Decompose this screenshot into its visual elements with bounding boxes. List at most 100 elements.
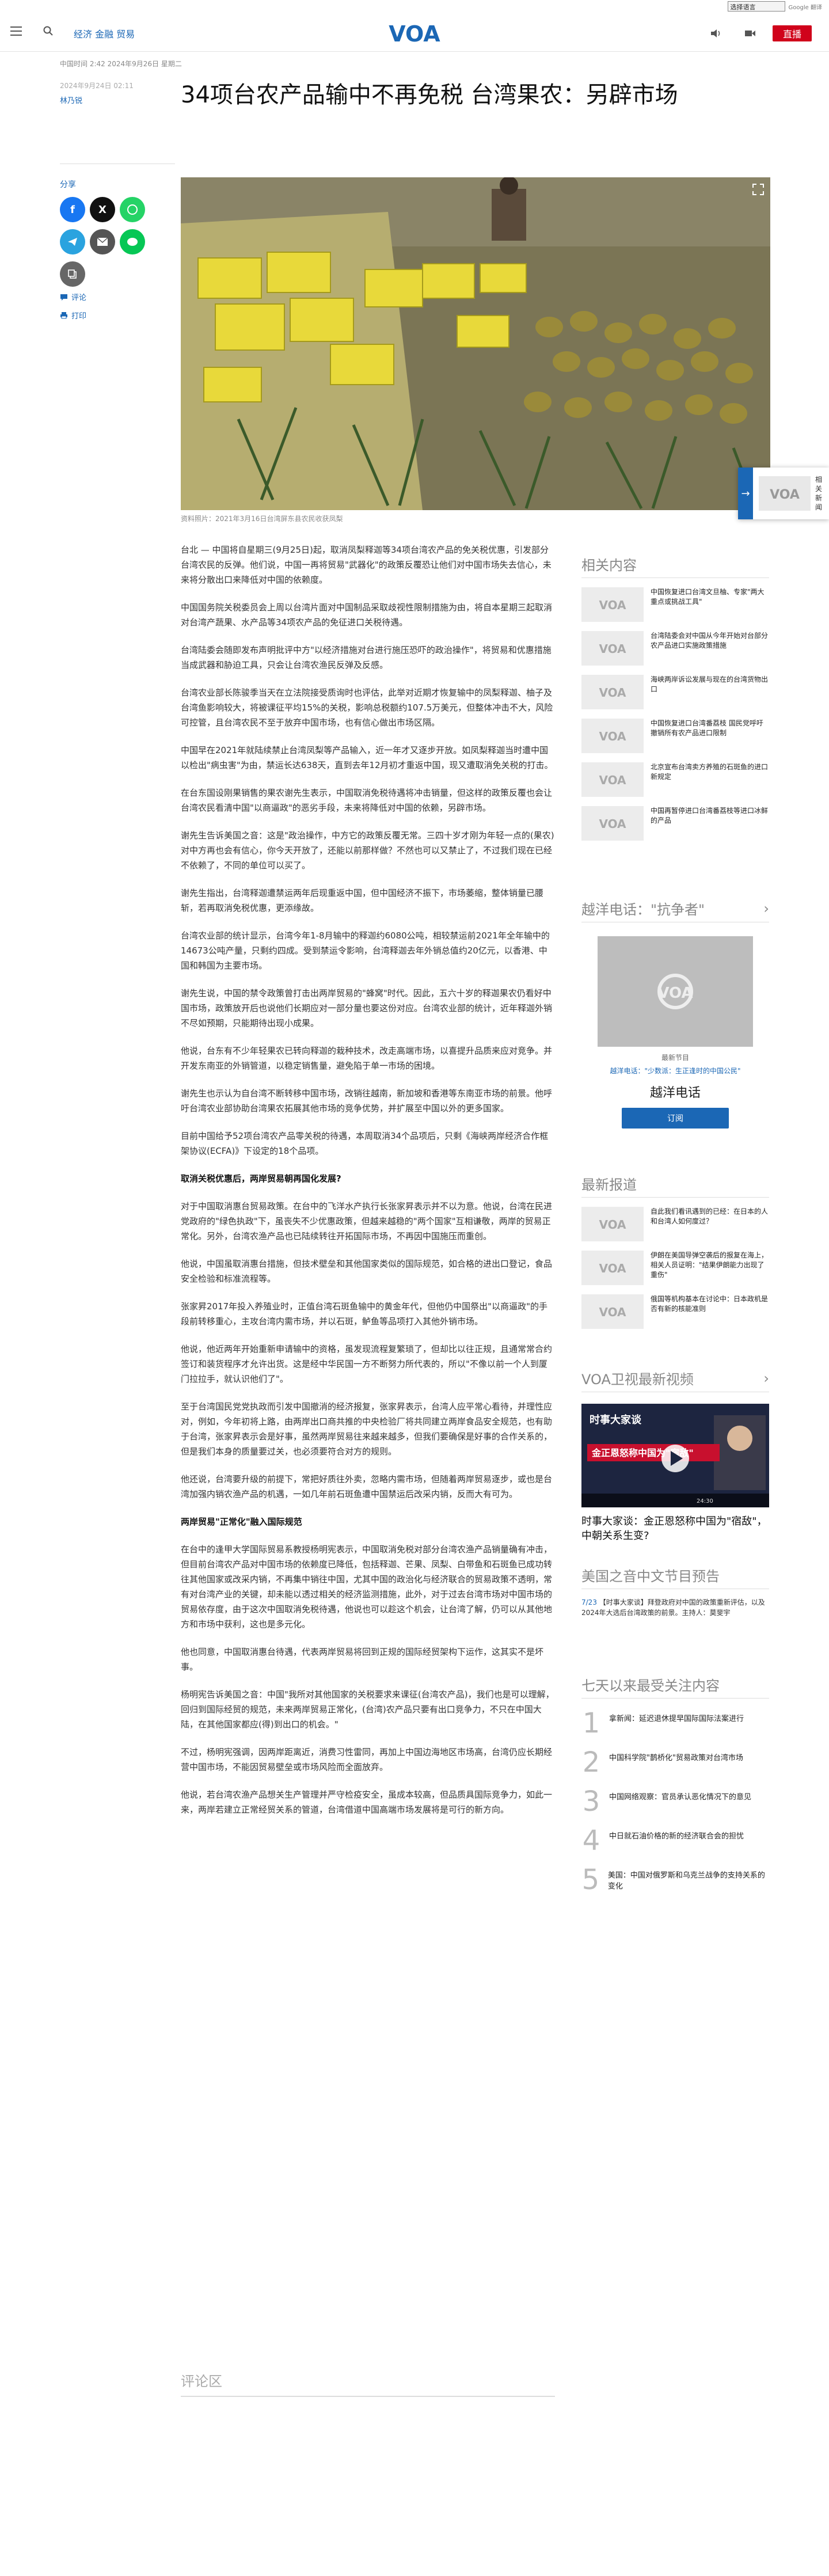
comment-icon: [60, 294, 67, 301]
related-item[interactable]: VOA 中国恢复进口台湾文旦柚、专家"两大重点或挑战工具": [581, 587, 769, 622]
print-icon: [60, 312, 67, 319]
rank-number: 1: [582, 1707, 600, 1739]
svg-text:24:30: 24:30: [697, 1498, 713, 1504]
arrow-right-icon: →: [738, 468, 753, 519]
svg-text:VOA: VOA: [389, 21, 440, 46]
latest-heading: 最新报道: [581, 1173, 769, 1198]
article-paragraph: 谢先生也示认为自台湾不断转移中国市场，改销往越南，新加坡和香港等东南亚市场的前景…: [181, 1088, 553, 1114]
facebook-icon[interactable]: f: [60, 197, 85, 222]
article-paragraph: 他说，台东有不少年轻果农已转向释迦的栽种技术，改走高端市场，以喜提升品质来应对竞…: [181, 1046, 553, 1071]
share-buttons: f X: [60, 197, 152, 287]
published-date: 2024年9月24日 02:11: [60, 82, 134, 90]
section-nav-link[interactable]: 经济 金融 贸易: [74, 26, 135, 40]
svg-text:VOA: VOA: [599, 1262, 626, 1275]
ranking-item[interactable]: 1 拿新闻：延迟退休提早国际国际法案进行: [581, 1709, 769, 1738]
article-headline: 34项台农产品输中不再免税 台湾果农：另辟市场: [181, 82, 678, 108]
article-paragraph: 台湾农业部长陈骏季当天在立法院接受质询时也评估，此举对近期才恢复输中的凤梨释迦、…: [181, 687, 553, 728]
article-paragraph: 中国早在2021年就陆续禁止台湾凤梨等产品输入，近一年才又逐步开放。如凤梨释迦当…: [181, 745, 553, 770]
article-paragraph: 中国国务院关税委员会上周以台湾片面对中国制品采取歧视性限制措施为由，将自本星期三…: [181, 602, 553, 628]
article-body: 台北 — 中国将自星期三(9月25日)起，取消凤梨释迦等34项台湾农产品的免关税…: [181, 542, 555, 1830]
expand-icon[interactable]: [752, 183, 765, 196]
author-link[interactable]: 林乃锐: [60, 94, 82, 105]
translate-bar: 选择语言 Google 翻译: [727, 0, 822, 13]
svg-text:VOA: VOA: [599, 1218, 626, 1232]
pineapple-photo: [181, 177, 770, 510]
article-paragraph: 他说，他近两年开始重新申请输中的资格，虽发现流程复繁琐了，但却比以往正规，且通常…: [181, 1344, 553, 1384]
ranking-item[interactable]: 5 美国：中国对俄罗斯和乌克兰战争的支持关系的变化: [581, 1865, 769, 1894]
svg-text:VOA: VOA: [599, 598, 626, 612]
svg-text:VOA: VOA: [599, 730, 626, 743]
voa-logo-thumb: VOA: [581, 719, 644, 753]
menu-icon[interactable]: [10, 26, 22, 36]
svg-text:VOA: VOA: [599, 686, 626, 700]
chevron-right-icon: ›: [763, 1370, 769, 1386]
audio-icon[interactable]: [709, 28, 722, 39]
related-item[interactable]: VOA 中国恢复进口台湾番荔枝 国民党呼吁撤销所有农产品进口限制: [581, 719, 769, 753]
whatsapp-icon[interactable]: [120, 197, 145, 222]
voa-logo-thumb: VOA: [759, 476, 811, 511]
latest-item[interactable]: VOA 俄国等机构基本在讨论中：日本政机是否有新的核能准则: [581, 1294, 769, 1329]
voa-logo-thumb: VOA: [581, 1251, 644, 1285]
language-select[interactable]: 选择语言: [727, 1, 785, 12]
article-subhead: 两岸贸易"正常化"融入国际规范: [181, 1517, 302, 1527]
program-heading[interactable]: 越洋电话："抗争者" ›: [581, 898, 769, 922]
x-twitter-icon[interactable]: X: [90, 197, 115, 222]
hero-image: [181, 177, 770, 510]
copy-link-icon[interactable]: [60, 261, 85, 287]
article-paragraph: 谢先生告诉美国之音：这是"政治操作，中方它的政策反覆无常。三四十岁才刚为年轻一点…: [181, 830, 554, 871]
article-paragraph: 台北 — 中国将自星期三(9月25日)起，取消凤梨释迦等34项台湾农产品的免关税…: [181, 545, 552, 585]
voa-logo-thumb: VOA: [581, 806, 644, 841]
article-paragraph: 台湾农业部的统计显示，台湾今年1-8月输中的释迦约6080公吨，相较禁运前202…: [181, 930, 550, 971]
related-item[interactable]: VOA 台湾陆委会对中国从今年开始对台部分农产品进口实施政策措施: [581, 631, 769, 666]
site-header: 经济 金融 贸易 VOA 直播: [0, 15, 829, 52]
video-icon[interactable]: [744, 28, 756, 39]
article-paragraph: 谢先生指出，台湾释迦遭禁运两年后现重返中国，但中国经济不振下，市场萎缩，整体销量…: [181, 888, 544, 913]
print-link[interactable]: 打印: [60, 310, 86, 321]
ranking-section: 七天以来最受关注内容 1 拿新闻：延迟退休提早国际国际法案进行 2 中国科学院"鹊桥…: [581, 1674, 769, 1894]
article-paragraph: 至于台湾国民党党执政而引发中国撤消的经济报复，张家昇表示，台湾人应平常心看待，并…: [181, 1401, 553, 1457]
voa-logo[interactable]: VOA: [386, 21, 443, 46]
email-icon[interactable]: [90, 229, 115, 254]
line-icon[interactable]: [120, 229, 145, 254]
radio-schedule-text[interactable]: 7/23 【时事大家谈】拜登政府对中国的政策重新评估，以及2024年大选后台湾政…: [581, 1597, 769, 1618]
svg-text:VOA: VOA: [599, 1305, 626, 1319]
program-cover[interactable]: VOA: [598, 936, 753, 1047]
print-label: 打印: [71, 312, 87, 321]
subscribe-button[interactable]: 订阅: [622, 1108, 729, 1129]
ranking-item[interactable]: 4 中日就石油价格的新的经济联合会的担忧: [581, 1826, 769, 1855]
telegram-icon[interactable]: [60, 229, 85, 254]
radio-heading: 美国之音中文节目预告: [581, 1565, 769, 1589]
latest-item[interactable]: VOA 自此我们看讯遇到的已经：在日本的人和台湾人如何度过？: [581, 1207, 769, 1241]
video-caption[interactable]: 时事大家谈：金正恩怒称中国为"宿敌"，中朝关系生变?: [581, 1514, 769, 1543]
voa-logo-thumb: VOA: [581, 587, 644, 622]
comments-heading: 评论区: [181, 2370, 555, 2397]
rank-number: 3: [582, 1785, 600, 1818]
search-icon[interactable]: [43, 25, 54, 37]
rank-number: 4: [582, 1825, 600, 1857]
svg-text:VOA: VOA: [599, 817, 626, 831]
radio-section: 美国之音中文节目预告 7/23 【时事大家谈】拜登政府对中国的政策重新评估，以及…: [581, 1565, 769, 1618]
article-paragraph: 对于中国取消惠台贸易政策。在台中的飞洋水产执行长张家昇表示并不以为意。他说，台湾…: [181, 1201, 553, 1241]
floating-related-tab[interactable]: → VOA 相关新闻: [738, 468, 829, 519]
related-section: 相关内容 VOA 中国恢复进口台湾文旦柚、专家"两大重点或挑战工具" VOA 台湾陆…: [581, 554, 769, 841]
related-item[interactable]: VOA 海峡两岸诉讼发展与现在的台湾货物出口: [581, 675, 769, 709]
ranking-heading: 七天以来最受关注内容: [581, 1674, 769, 1699]
ranking-item[interactable]: 3 中国网络观察：官员承认恶化情况下的意见: [581, 1787, 769, 1816]
ranking-item[interactable]: 2 中国科学院"鹊桥化"贸易政策对台湾市场: [581, 1748, 769, 1777]
program-episode-link[interactable]: 越洋电话："少数派：生正逢时的中国公民": [581, 1066, 769, 1076]
latest-item[interactable]: VOA 伊朗在美国导弹空袭后的报复在海上，相关人员证明："结果伊朗能力出现了重伤": [581, 1251, 769, 1285]
related-item[interactable]: VOA 北京宣布台湾卖方养殖的石斑鱼的进口新规定: [581, 762, 769, 797]
related-heading: 相关内容: [581, 554, 769, 578]
related-item[interactable]: VOA 中国再暂停进口台湾番荔枝等进口冰鲜的产品: [581, 806, 769, 841]
comment-label: 评论: [71, 294, 87, 302]
svg-text:VOA: VOA: [770, 488, 800, 502]
comment-link[interactable]: 评论: [60, 291, 86, 302]
hero-caption: 资料照片：2021年3月16日台湾屏东县农民收获凤梨: [181, 515, 343, 523]
live-button[interactable]: 直播: [773, 25, 812, 41]
article-paragraph: 杨明宪告诉美国之音：中国"我所对其他国家的关税要求来课征(台湾农产品)，我们也是…: [181, 1689, 554, 1730]
video-heading[interactable]: VOA卫视最新视频 ›: [581, 1368, 769, 1392]
translate-powered-label: Google 翻译: [788, 4, 822, 11]
article-paragraph: 目前中国给予52项台湾农产品零关税的待遇，本周取消34个品项后，只剩《海峡两岸经…: [181, 1131, 549, 1156]
article-paragraph: 他也同意，中国取消惠台待遇，代表两岸贸易将回到正规的国际经贸架构下运作，这其实不…: [181, 1647, 544, 1672]
video-player[interactable]: 时事大家谈 金正恩怒称中国为"宿敌" 24:30: [581, 1404, 769, 1507]
